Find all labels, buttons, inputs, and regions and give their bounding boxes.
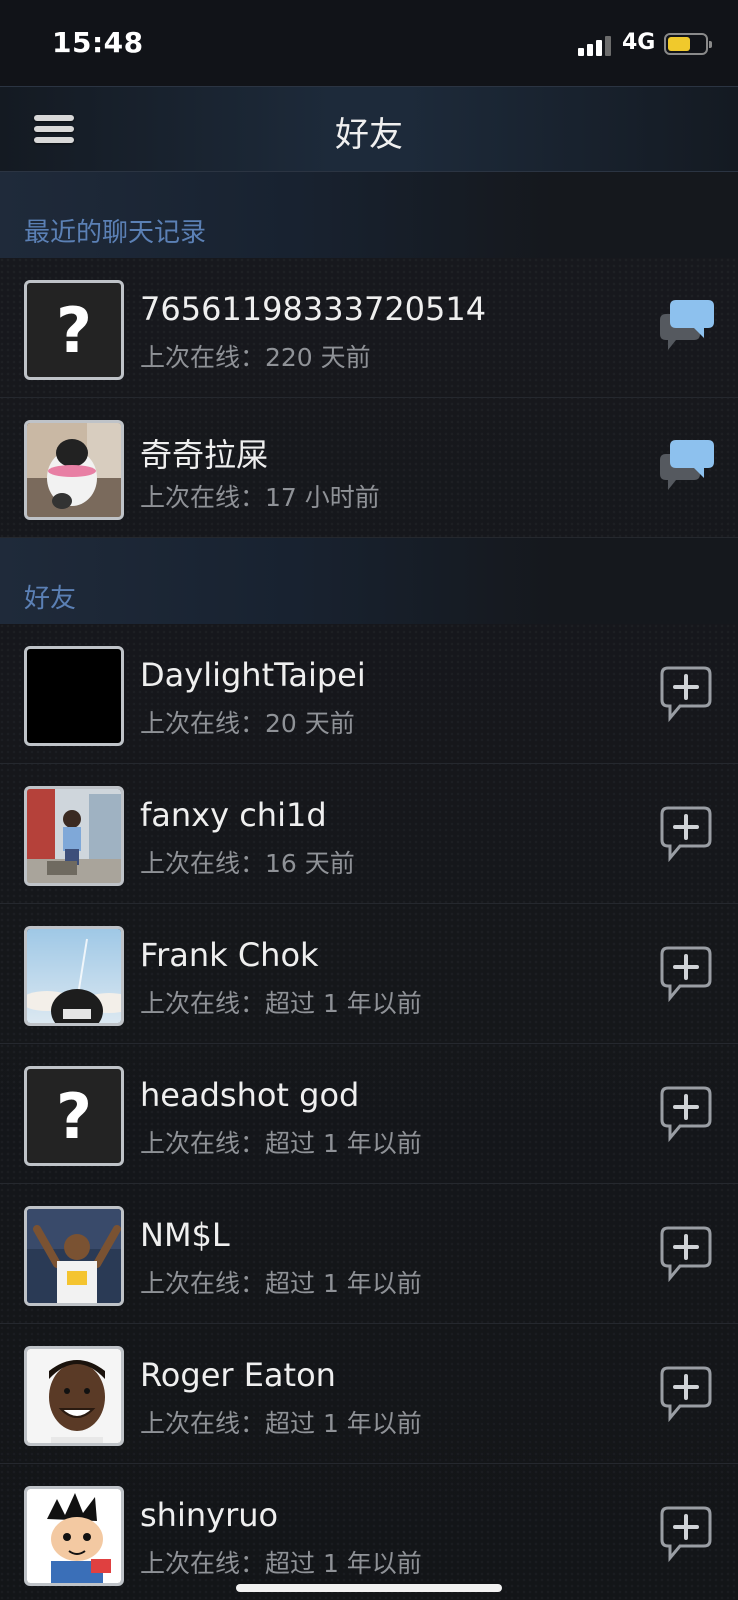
status-time: 15:48 [52,26,144,59]
app-header: 好友 [0,86,738,172]
list-item[interactable]: Roger Eaton 上次在线：超过 1 年以前 [0,1324,738,1464]
list-item[interactable]: fanxy chi1d 上次在线：16 天前 [0,764,738,904]
home-indicator [236,1584,502,1592]
friend-name: headshot god [140,1076,360,1114]
last-online-status: 上次在线：超过 1 年以前 [140,1409,422,1438]
friend-name: NM$L [140,1216,230,1254]
section-title: 好友 [24,584,77,614]
photo-avatar [24,1346,124,1446]
status-bar: 15:48 4G [0,0,738,86]
add-chat-icon[interactable] [656,1084,716,1144]
page-title: 好友 [335,115,403,155]
friend-name: 76561198333720514 [140,290,487,328]
list-item[interactable]: 奇奇拉屎 上次在线：17 小时前 [0,398,738,538]
unknown-avatar: ? [24,280,124,380]
friend-name: Roger Eaton [140,1356,336,1394]
list-item[interactable]: Frank Chok 上次在线：超过 1 年以前 [0,904,738,1044]
friend-name: fanxy chi1d [140,796,327,834]
add-chat-icon[interactable] [656,1224,716,1284]
list-item[interactable]: ? 76561198333720514 上次在线：220 天前 [0,258,738,398]
last-online-status: 上次在线：20 天前 [140,709,355,738]
last-online-status: 上次在线：16 天前 [140,849,355,878]
photo-avatar [24,1206,124,1306]
list-item[interactable]: NM$L 上次在线：超过 1 年以前 [0,1184,738,1324]
signal-strength-icon [578,34,614,56]
battery-level [668,37,690,51]
last-online-status: 上次在线：超过 1 年以前 [140,1549,422,1578]
photo-avatar [24,786,124,886]
black-avatar [24,646,124,746]
cartoon-avatar [24,1486,124,1586]
section-header-recent-chats: 最近的聊天记录 [0,172,738,258]
friend-name: DaylightTaipei [140,656,366,694]
last-online-status: 上次在线：超过 1 年以前 [140,989,422,1018]
section-title: 最近的聊天记录 [24,218,207,248]
friends-screen: 15:48 4G 好友 最近的聊天记录 ? 76561198333720514 … [0,0,738,1600]
chat-bubbles-icon[interactable] [656,298,716,358]
unknown-avatar: ? [24,1066,124,1166]
chat-bubbles-icon[interactable] [656,438,716,498]
last-online-status: 上次在线：超过 1 年以前 [140,1129,422,1158]
battery-icon [664,33,712,55]
last-online-status: 上次在线：超过 1 年以前 [140,1269,422,1298]
network-type: 4G [622,30,656,55]
friend-name: Frank Chok [140,936,319,974]
photo-avatar [24,926,124,1026]
friend-name: shinyruo [140,1496,279,1534]
last-online-status: 上次在线：220 天前 [140,343,371,372]
list-item[interactable]: shinyruo 上次在线：超过 1 年以前 [0,1464,738,1600]
list-item[interactable]: ? headshot god 上次在线：超过 1 年以前 [0,1044,738,1184]
friend-name: 奇奇拉屎 [140,436,269,474]
cat-photo-avatar [24,420,124,520]
list-item[interactable]: DaylightTaipei 上次在线：20 天前 [0,624,738,764]
last-online-status: 上次在线：17 小时前 [140,483,380,512]
add-chat-icon[interactable] [656,1504,716,1564]
add-chat-icon[interactable] [656,804,716,864]
add-chat-icon[interactable] [656,944,716,1004]
add-chat-icon[interactable] [656,1364,716,1424]
section-header-friends: 好友 [0,538,738,624]
add-chat-icon[interactable] [656,664,716,724]
